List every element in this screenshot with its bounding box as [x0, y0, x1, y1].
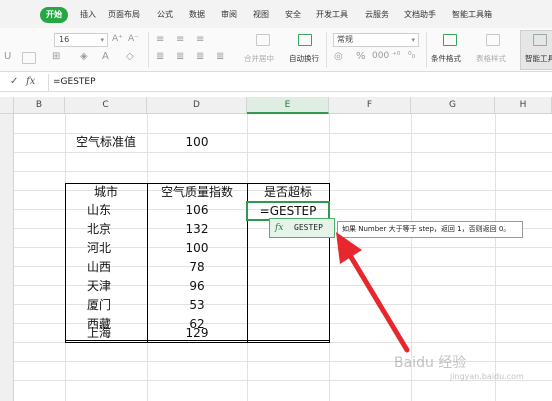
watermark: Baidu 经验 — [394, 355, 467, 371]
arrow-shaft — [345, 249, 410, 353]
annotation-arrow — [336, 232, 410, 353]
arrow-head — [336, 232, 362, 264]
watermark-url: jingyan.baidu.com — [450, 372, 524, 381]
